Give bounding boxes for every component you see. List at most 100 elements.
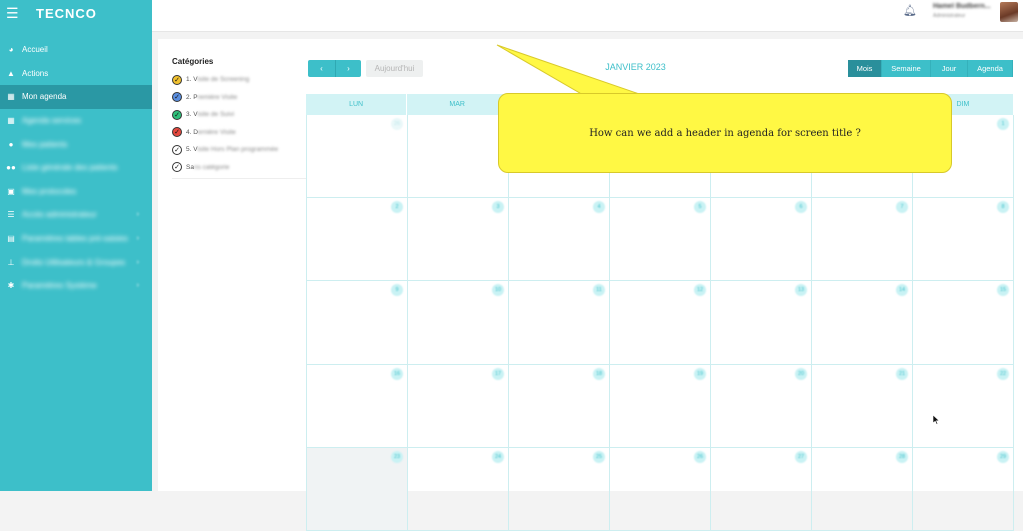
day-number[interactable]: 9 [391, 284, 403, 297]
sidebar-item-0[interactable]: ◕ Accueil [0, 38, 152, 62]
category-item[interactable]: ✓ 1. Visite de Screening [172, 71, 307, 89]
sidebar-item-4[interactable]: ● Mes patients [0, 132, 152, 156]
sidebar-item-1[interactable]: ▲ Actions [0, 62, 152, 86]
day-number[interactable]: 16 [391, 367, 403, 380]
calendar-day-cell[interactable]: 26 [610, 447, 711, 531]
calendar-day-cell[interactable]: 29 [913, 447, 1014, 531]
hamburger-menu-icon[interactable]: ☰ [6, 5, 20, 22]
sidebar-item-7[interactable]: ☰ Accès administrateur › [0, 203, 152, 227]
calendar-day-cell[interactable]: 16 [306, 364, 408, 448]
calendar-week-row: 2 3 4 5 6 7 8 [306, 198, 1014, 282]
calendar-day-cell[interactable]: 22 [913, 364, 1014, 448]
category-check-icon[interactable]: ✓ [172, 109, 182, 120]
day-number[interactable]: 27 [795, 450, 807, 463]
day-number[interactable]: 12 [694, 284, 706, 297]
day-number[interactable]: 8 [997, 201, 1009, 214]
day-number[interactable]: 7 [896, 201, 908, 214]
calendar-day-cell[interactable]: 27 [711, 447, 812, 531]
day-number[interactable]: 2 [391, 201, 403, 214]
calendar-day-cell[interactable] [408, 115, 509, 199]
category-item[interactable]: ✓ Sa ns catégorie [172, 159, 307, 177]
calendar-day-cell[interactable]: 26 [306, 115, 408, 199]
calendar-day-cell[interactable]: 10 [408, 281, 509, 365]
calendar-day-cell[interactable]: 21 [812, 364, 913, 448]
calendar-day-cell[interactable]: 6 [711, 198, 812, 282]
calendar-day-cell[interactable]: 14 [812, 281, 913, 365]
sidebar-item-10[interactable]: ✱ Paramètres Système › [0, 274, 152, 298]
calendar-day-cell[interactable]: 11 [509, 281, 610, 365]
calendar-day-cell[interactable]: 9 [306, 281, 408, 365]
calendar-day-cell[interactable]: 7 [812, 198, 913, 282]
today-button[interactable]: Aujourd'hui [366, 60, 423, 77]
view-mois-button[interactable]: Mois [848, 60, 882, 77]
calendar-day-cell[interactable]: 20 [711, 364, 812, 448]
day-number[interactable]: 29 [997, 450, 1009, 463]
table-icon: ▤ [7, 234, 15, 244]
user-name[interactable]: Hamel Budbern... [933, 3, 991, 10]
category-check-icon[interactable]: ✓ [172, 74, 182, 85]
view-jour-button[interactable]: Jour [931, 60, 968, 77]
category-label-prefix: 5. V [186, 146, 198, 154]
sidebar-item-5[interactable]: ●● Liste générale des patients [0, 156, 152, 180]
view-semaine-button[interactable]: Semaine [882, 60, 931, 77]
calendar-day-cell[interactable]: 23 [306, 447, 408, 531]
next-month-button[interactable]: › [335, 60, 361, 77]
day-number[interactable]: 20 [795, 367, 807, 380]
prev-month-button[interactable]: ‹ [308, 60, 335, 77]
day-number[interactable]: 26 [694, 450, 706, 463]
day-number[interactable]: 6 [795, 201, 807, 214]
calendar-day-cell[interactable]: 13 [711, 281, 812, 365]
view-agenda-button[interactable]: Agenda [968, 60, 1013, 77]
calendar-day-cell[interactable]: 17 [408, 364, 509, 448]
calendar-day-cell[interactable]: 5 [610, 198, 711, 282]
user-avatar[interactable] [1000, 2, 1018, 22]
category-item[interactable]: ✓ 3. Visite de Suivi [172, 106, 307, 124]
day-number[interactable]: 11 [593, 284, 605, 297]
category-check-icon[interactable]: ✓ [172, 127, 182, 138]
day-number[interactable]: 28 [896, 450, 908, 463]
day-number[interactable]: 19 [694, 367, 706, 380]
category-check-icon[interactable]: ✓ [172, 92, 182, 103]
calendar-day-cell[interactable]: 12 [610, 281, 711, 365]
sidebar-item-3[interactable]: ▦ Agenda services [0, 109, 152, 133]
calendar-day-cell[interactable]: 2 [306, 198, 408, 282]
calendar-day-cell[interactable]: 4 [509, 198, 610, 282]
calendar-day-cell[interactable]: 28 [812, 447, 913, 531]
day-number[interactable]: 21 [896, 367, 908, 380]
day-number[interactable]: 5 [694, 201, 706, 214]
day-number[interactable]: 22 [997, 367, 1009, 380]
day-number[interactable]: 18 [593, 367, 605, 380]
day-number[interactable]: 23 [391, 450, 403, 463]
category-check-icon[interactable]: ✓ [172, 162, 182, 173]
calendar-day-cell[interactable]: 25 [509, 447, 610, 531]
calendar-week-row: 16 17 18 19 20 21 22 [306, 364, 1014, 448]
day-number[interactable]: 17 [492, 367, 504, 380]
day-number[interactable]: 25 [593, 450, 605, 463]
sidebar-item-2[interactable]: ▦ Mon agenda [0, 85, 152, 109]
category-check-icon[interactable]: ✓ [172, 144, 182, 155]
category-item[interactable]: ✓ 2. Première Visite [172, 89, 307, 107]
day-number[interactable]: 1 [997, 118, 1009, 130]
day-number[interactable]: 4 [593, 201, 605, 214]
day-number[interactable]: 3 [492, 201, 504, 214]
calendar-day-cell[interactable]: 15 [913, 281, 1014, 365]
calendar-day-cell[interactable]: 18 [509, 364, 610, 448]
day-number[interactable]: 10 [492, 284, 504, 297]
category-item[interactable]: ✓ 4. Dernière Visite [172, 124, 307, 142]
category-item[interactable]: ✓ 5. Visite Hors Plan programmée [172, 141, 307, 159]
day-number[interactable]: 24 [492, 450, 504, 463]
day-number[interactable]: 26 [391, 118, 403, 130]
sidebar-item-6[interactable]: ▣ Mes protocoles [0, 180, 152, 204]
calendar-day-cell[interactable]: 24 [408, 447, 509, 531]
day-number[interactable]: 13 [795, 284, 807, 297]
calendar-day-cell[interactable]: 8 [913, 198, 1014, 282]
day-number[interactable]: 14 [896, 284, 908, 297]
sidebar-item-9[interactable]: ⊥ Droits Utilisateurs & Groupes › [0, 250, 152, 274]
sidebar-item-8[interactable]: ▤ Paramètres tables pré-saisies › [0, 227, 152, 251]
categories-list: ✓ 1. Visite de Screening ✓ 2. Première Visi… [172, 71, 307, 176]
calendar-day-cell[interactable]: 3 [408, 198, 509, 282]
day-number[interactable]: 15 [997, 284, 1009, 297]
calendar-icon: ▦ [7, 116, 15, 126]
notifications-bell-icon[interactable]: 🔔︎ [903, 4, 917, 17]
calendar-day-cell[interactable]: 19 [610, 364, 711, 448]
